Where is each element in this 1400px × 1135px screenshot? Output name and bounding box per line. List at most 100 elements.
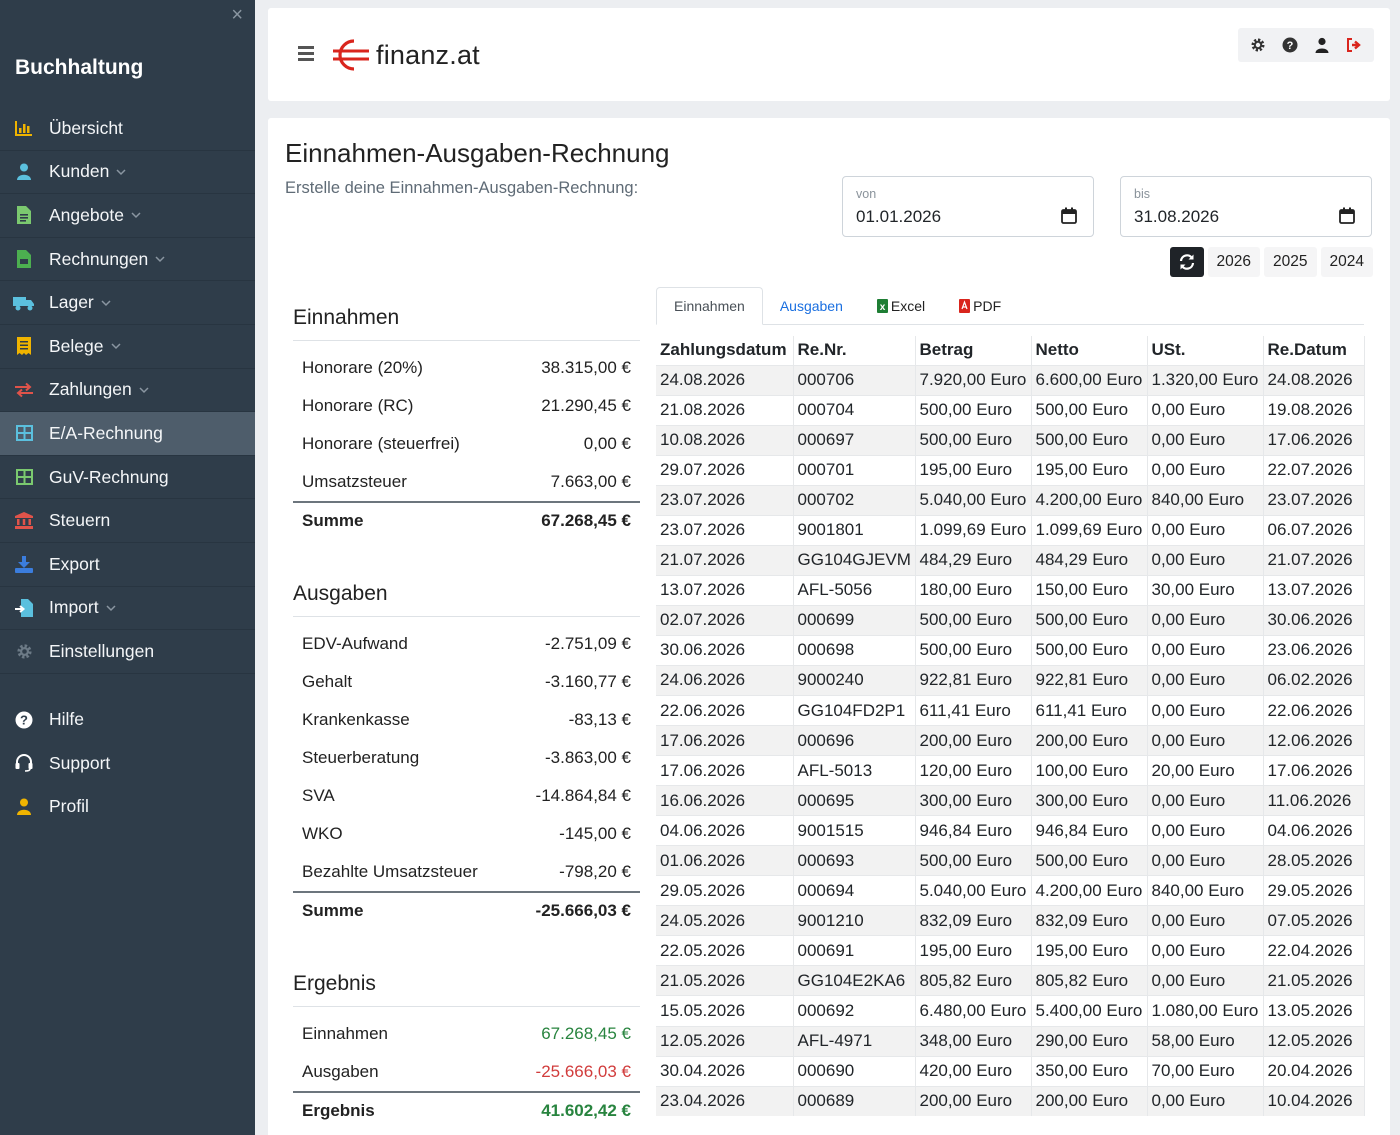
column-header[interactable]: Betrag — [915, 336, 1032, 365]
calendar-icon[interactable] — [1061, 207, 1077, 229]
summary-row: Honorare (20%) 38.315,00 € — [293, 349, 640, 387]
date-from-field[interactable]: von 01.01.2026 — [842, 176, 1094, 237]
table-cell: 180,00 Euro — [915, 575, 1032, 606]
date-to-label: bis — [1134, 187, 1150, 201]
table-cell: 30.04.2026 — [656, 1056, 794, 1087]
table-cell: 000698 — [793, 635, 916, 666]
table-row[interactable]: 23.04.2026 000689 200,00 Euro 200,00 Euro 0,… — [656, 1086, 1365, 1117]
table-cell: 348,00 Euro — [915, 1026, 1032, 1057]
summary-row-label: SVA — [302, 786, 335, 805]
column-header[interactable]: Netto — [1031, 336, 1148, 365]
sidebar-item-lager[interactable]: Lager — [0, 281, 255, 325]
year-selector: 2026 2025 2024 — [1169, 247, 1373, 277]
sidebar-item-support[interactable]: Support — [0, 741, 255, 785]
sidebar-item-import[interactable]: Import — [0, 587, 255, 631]
table-row[interactable]: 30.06.2026 000698 500,00 Euro 500,00 Euro 0,… — [656, 635, 1365, 666]
excel-export-button[interactable]: x Excel — [860, 287, 942, 325]
table-row[interactable]: 24.08.2026 000706 7.920,00 Euro 6.600,00 Eu… — [656, 365, 1365, 396]
summary-row-label: EDV-Aufwand — [302, 634, 408, 653]
sidebar-item-hilfe[interactable]: ? Hilfe — [0, 698, 255, 742]
sidebar-item-guv-rechnung[interactable]: GuV-Rechnung — [0, 456, 255, 500]
table-row[interactable]: 24.06.2026 9000240 922,81 Euro 922,81 Euro 0… — [656, 665, 1365, 696]
calendar-icon[interactable] — [1339, 207, 1355, 229]
table-row[interactable]: 16.06.2026 000695 300,00 Euro 300,00 Euro 0,… — [656, 785, 1365, 816]
sidebar-item-export[interactable]: Export — [0, 543, 255, 587]
date-to-field[interactable]: bis 31.08.2026 — [1120, 176, 1372, 237]
user-icon[interactable] — [1306, 28, 1338, 62]
table-cell: 16.06.2026 — [656, 785, 794, 816]
sidebar-item-einstellungen[interactable]: Einstellungen — [0, 630, 255, 674]
date-to-value[interactable]: 31.08.2026 — [1134, 207, 1219, 227]
table-row[interactable]: 22.06.2026 GG104FD2P1 611,41 Euro 611,41 Eu… — [656, 695, 1365, 726]
table-row[interactable]: 01.06.2026 000693 500,00 Euro 500,00 Euro 0,… — [656, 845, 1365, 876]
year-button-2025[interactable]: 2025 — [1264, 247, 1317, 277]
table-row[interactable]: 13.07.2026 AFL-5056 180,00 Euro 150,00 Euro… — [656, 575, 1365, 606]
table-cell: 500,00 Euro — [1031, 605, 1148, 636]
table-row[interactable]: 23.07.2026 000702 5.040,00 Euro 4.200,00 Eu… — [656, 485, 1365, 516]
tab-ausgaben[interactable]: Ausgaben — [763, 287, 860, 325]
table-cell: GG104GJEVM — [793, 545, 916, 576]
column-header[interactable]: Re.Nr. — [793, 336, 916, 365]
hamburger-menu-icon[interactable] — [298, 46, 314, 61]
sidebar-item-label: Rechnungen — [49, 248, 149, 269]
sidebar-item-label: Export — [49, 553, 100, 574]
table-row[interactable]: 17.06.2026 AFL-5013 120,00 Euro 100,00 Euro… — [656, 755, 1365, 786]
table-row[interactable]: 10.08.2026 000697 500,00 Euro 500,00 Euro 0,… — [656, 425, 1365, 456]
table-row[interactable]: 30.04.2026 000690 420,00 Euro 350,00 Euro 70… — [656, 1056, 1365, 1087]
table-cell: 500,00 Euro — [915, 845, 1032, 876]
table-row[interactable]: 29.07.2026 000701 195,00 Euro 195,00 Euro 0,… — [656, 455, 1365, 486]
table-icon — [13, 466, 35, 488]
table-row[interactable]: 21.07.2026 GG104GJEVM 484,29 Euro 484,29 Eu… — [656, 545, 1365, 576]
sidebar-item-kunden[interactable]: Kunden — [0, 151, 255, 195]
table-row[interactable]: 29.05.2026 000694 5.040,00 Euro 4.200,00 Eu… — [656, 875, 1365, 906]
table-cell: 0,00 Euro — [1147, 1086, 1264, 1117]
table-row[interactable]: 22.05.2026 000691 195,00 Euro 195,00 Euro 0,… — [656, 935, 1365, 966]
table-cell: 06.02.2026 — [1263, 665, 1365, 696]
column-header[interactable]: Re.Datum — [1263, 336, 1365, 365]
tab-einnahmen[interactable]: Einnahmen — [656, 287, 763, 325]
sidebar-item-zahlungen[interactable]: Zahlungen — [0, 369, 255, 413]
pdf-export-button[interactable]: PDF — [942, 287, 1018, 325]
table-row[interactable]: 04.06.2026 9001515 946,84 Euro 946,84 Euro 0… — [656, 815, 1365, 846]
sidebar-item-e-a-rechnung[interactable]: E/A-Rechnung — [0, 412, 255, 456]
sidebar-item-steuern[interactable]: Steuern — [0, 499, 255, 543]
gear-icon[interactable] — [1242, 28, 1274, 62]
refresh-button[interactable] — [1169, 247, 1204, 277]
date-from-value[interactable]: 01.01.2026 — [856, 207, 941, 227]
year-button-2026[interactable]: 2026 — [1207, 247, 1261, 277]
column-header[interactable]: Zahlungsdatum — [656, 336, 794, 365]
table-row[interactable]: 15.05.2026 000692 6.480,00 Euro 5.400,00 Eu… — [656, 995, 1365, 1027]
sidebar-item-übersicht[interactable]: Übersicht — [0, 107, 255, 151]
table-cell: 484,29 Euro — [1031, 545, 1148, 576]
table-cell: 000695 — [793, 785, 916, 816]
column-header[interactable]: USt. — [1147, 336, 1264, 365]
summary-row-label: Honorare (steuerfrei) — [302, 434, 460, 453]
table-row[interactable]: 21.08.2026 000704 500,00 Euro 500,00 Euro 0,… — [656, 395, 1365, 426]
table-cell: GG104E2KA6 — [793, 965, 916, 996]
summary-row-label: Krankenkasse — [302, 710, 410, 729]
close-icon[interactable]: × — [231, 4, 243, 27]
sidebar-item-angebote[interactable]: Angebote — [0, 194, 255, 238]
table-row[interactable]: 21.05.2026 GG104E2KA6 805,82 Euro 805,82 Eu… — [656, 965, 1365, 996]
table-row[interactable]: 23.07.2026 9001801 1.099,69 Euro 1.099,69 E… — [656, 515, 1365, 546]
table-row[interactable]: 24.05.2026 9001210 832,09 Euro 832,09 Euro 0… — [656, 905, 1365, 936]
tab-einnahmen-label: Einnahmen — [674, 298, 745, 314]
user-icon — [13, 161, 35, 183]
summary-row-value: -2.751,09 € — [544, 634, 631, 653]
sidebar-item-rechnungen[interactable]: Rechnungen — [0, 238, 255, 282]
summary-row-value: 7.663,00 € — [550, 472, 631, 491]
logo[interactable]: finanz.at — [332, 38, 480, 72]
table-cell: 17.06.2026 — [656, 725, 794, 756]
summary-row: Steuerberatung -3.863,00 € — [293, 739, 640, 777]
year-button-2024[interactable]: 2024 — [1320, 247, 1373, 277]
table-row[interactable]: 17.06.2026 000696 200,00 Euro 200,00 Euro 0,… — [656, 725, 1365, 756]
sidebar: × Buchhaltung Übersicht Kunden Angebote Rec… — [0, 0, 255, 1135]
table-row[interactable]: 12.05.2026 AFL-4971 348,00 Euro 290,00 Euro… — [656, 1026, 1365, 1057]
sidebar-item-belege[interactable]: Belege — [0, 325, 255, 369]
ergebnis-ausgaben-label: Ausgaben — [302, 1062, 379, 1081]
table-row[interactable]: 02.07.2026 000699 500,00 Euro 500,00 Euro 0,… — [656, 605, 1365, 636]
question-icon[interactable]: ? — [1274, 28, 1306, 62]
table-cell: 23.07.2026 — [1263, 485, 1365, 516]
logout-icon[interactable] — [1338, 28, 1370, 62]
sidebar-item-profil[interactable]: Profil — [0, 785, 255, 829]
